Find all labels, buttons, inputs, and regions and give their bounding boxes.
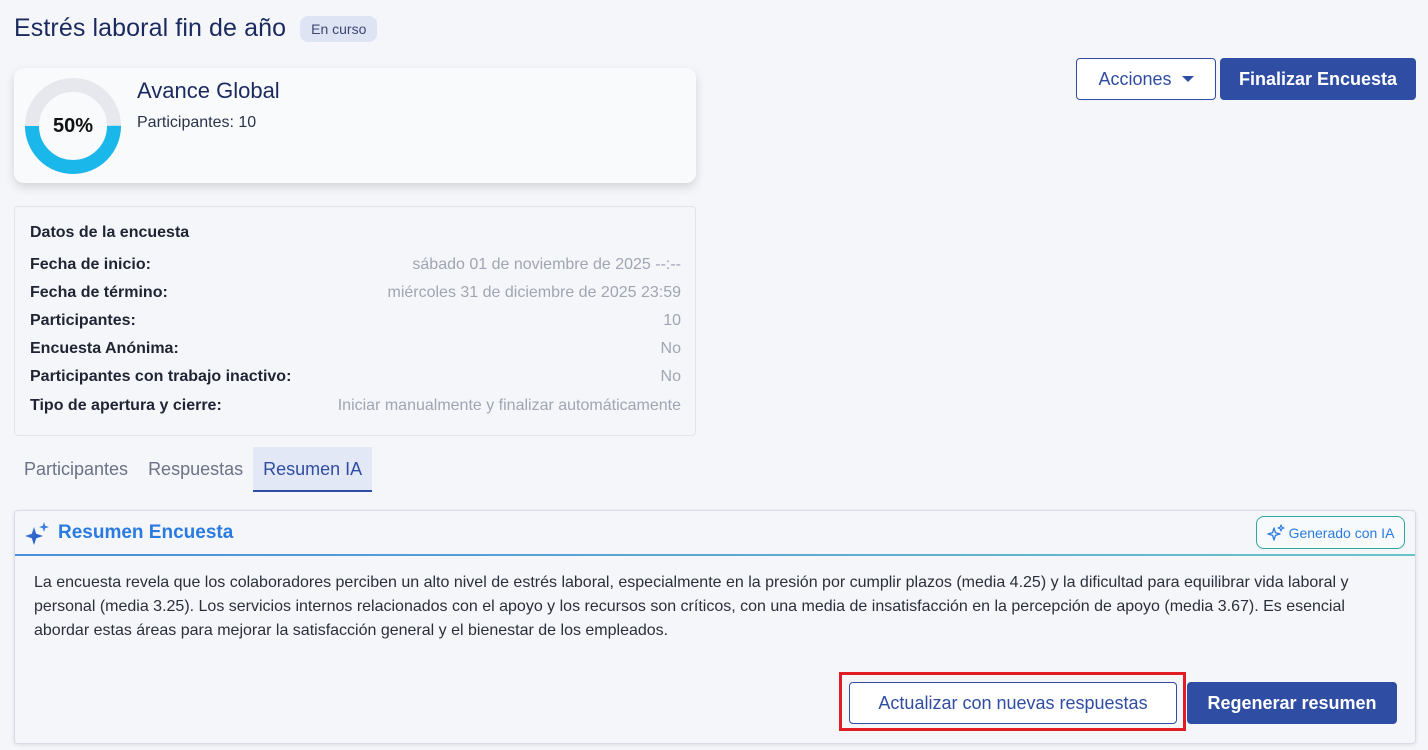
generated-with-ai-chip: Generado con IA — [1256, 516, 1405, 549]
survey-detail-page: Estrés laboral fin de año En curso Accio… — [0, 0, 1428, 750]
data-row-anonymous: Encuesta Anónima: No — [30, 338, 681, 360]
tab-resumen-ia[interactable]: Resumen IA — [253, 447, 373, 492]
ia-chip-label: Generado con IA — [1288, 524, 1395, 541]
survey-data-card: Datos de la encuesta Fecha de inicio: sá… — [14, 206, 696, 436]
sparkle-icon — [25, 522, 49, 545]
data-label: Participantes: — [30, 312, 136, 329]
progress-participants: Participantes: 10 — [137, 114, 257, 131]
summary-divider — [15, 554, 1415, 556]
progress-percent: 50% — [52, 114, 94, 137]
page-title: Estrés laboral fin de año — [14, 14, 287, 42]
data-label: Participantes con trabajo inactivo: — [30, 368, 292, 385]
data-label: Fecha de inicio: — [30, 256, 151, 273]
data-row-open-close-type: Tipo de apertura y cierre: Iniciar manua… — [30, 395, 681, 417]
data-label: Tipo de apertura y cierre: — [30, 397, 222, 414]
ai-sparkle-icon — [1266, 523, 1285, 541]
data-value: sábado 01 de noviembre de 2025 --:-- — [412, 256, 681, 273]
update-with-new-responses-button[interactable]: Actualizar con nuevas respuestas — [849, 682, 1177, 724]
progress-title: Avance Global — [137, 78, 280, 103]
tab-bar: Participantes Respuestas Resumen IA — [14, 447, 373, 493]
title-row: Estrés laboral fin de año En curso — [14, 14, 378, 43]
data-label: Fecha de término: — [30, 284, 168, 301]
data-value: No — [660, 340, 681, 357]
data-row-start-date: Fecha de inicio: sábado 01 de noviembre … — [30, 254, 681, 276]
tab-participantes[interactable]: Participantes — [14, 447, 138, 492]
data-value: Iniciar manualmente y finalizar automáti… — [337, 397, 681, 414]
data-value: No — [660, 368, 681, 385]
data-value: miércoles 31 de diciembre de 2025 23:59 — [387, 284, 681, 301]
summary-card: Resumen Encuesta Generado con IA La encu… — [14, 510, 1416, 744]
summary-header: Resumen Encuesta Generado con IA — [15, 511, 1415, 556]
survey-data-title: Datos de la encuesta — [30, 224, 190, 241]
data-label: Encuesta Anónima: — [30, 340, 179, 357]
data-value: 10 — [663, 312, 681, 329]
summary-text: La encuesta revela que los colaboradores… — [34, 574, 1349, 639]
caret-down-icon — [1181, 76, 1194, 82]
acciones-label: Acciones — [1098, 68, 1172, 89]
data-row-end-date: Fecha de término: miércoles 31 de diciem… — [30, 282, 681, 304]
finalizar-encuesta-button[interactable]: Finalizar Encuesta — [1220, 58, 1416, 100]
status-badge: En curso — [300, 15, 378, 42]
data-row-inactive: Participantes con trabajo inactivo: No — [30, 366, 681, 388]
data-row-participants: Participantes: 10 — [30, 310, 681, 332]
progress-card: 50% Avance Global Participantes: 10 — [14, 68, 696, 183]
acciones-dropdown-button[interactable]: Acciones — [1076, 58, 1216, 100]
summary-title: Resumen Encuesta — [58, 522, 234, 543]
tab-respuestas[interactable]: Respuestas — [138, 447, 253, 492]
regenerate-summary-button[interactable]: Regenerar resumen — [1187, 682, 1397, 724]
